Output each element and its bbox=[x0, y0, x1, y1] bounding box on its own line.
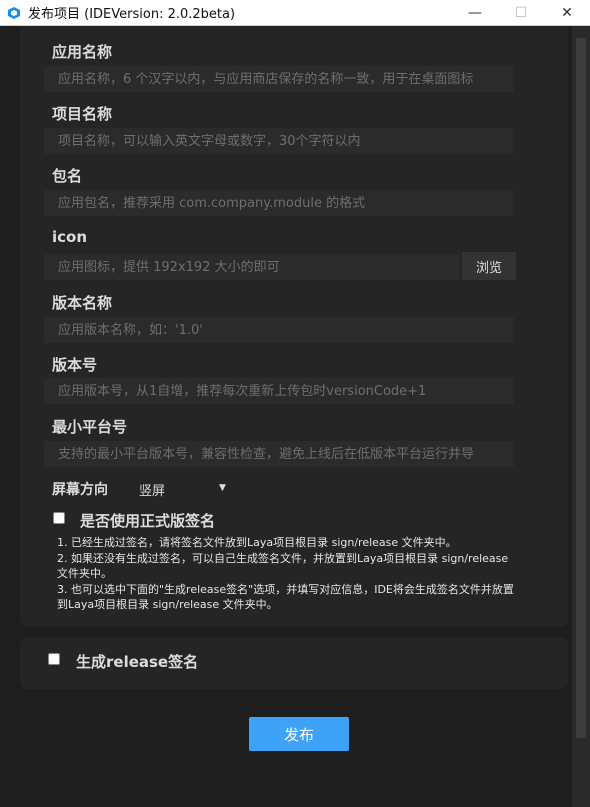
orientation-select[interactable]: 竖屏 ▼ bbox=[139, 479, 229, 499]
orientation-label: 屏幕方向 bbox=[52, 482, 108, 498]
window-title: 发布项目 (IDEVersion: 2.0.2beta) bbox=[28, 7, 236, 22]
release-sign-checkbox[interactable] bbox=[53, 512, 65, 524]
minimize-button[interactable]: — bbox=[452, 0, 498, 26]
note-line: 文件夹中。 bbox=[57, 567, 112, 580]
dropdown-arrow-icon: ▼ bbox=[219, 483, 226, 493]
generate-sign-label: 生成release签名 bbox=[76, 653, 199, 671]
form-content: 应用名称 项目名称 包名 icon 浏览 版本名称 版本号 最小平台号 屏幕方向… bbox=[0, 26, 572, 807]
version-name-input[interactable] bbox=[44, 317, 514, 343]
note-line: 2. 如果还没有生成过签名，可以自己生成签名文件，并放置到Laya项目根目录 s… bbox=[57, 551, 509, 565]
generate-sign-checkbox[interactable] bbox=[48, 653, 60, 665]
min-platform-input[interactable] bbox=[44, 441, 514, 467]
project-name-label: 项目名称 bbox=[52, 105, 113, 123]
version-name-label: 版本名称 bbox=[52, 294, 113, 312]
app-name-label: 应用名称 bbox=[52, 43, 113, 61]
version-code-input[interactable] bbox=[44, 378, 514, 404]
icon-path-input[interactable] bbox=[44, 254, 460, 280]
project-name-input[interactable] bbox=[44, 128, 514, 154]
min-platform-label: 最小平台号 bbox=[52, 418, 128, 436]
vertical-scrollbar[interactable] bbox=[572, 26, 590, 807]
maximize-button[interactable]: ☐ bbox=[498, 0, 544, 26]
app-cube-icon bbox=[6, 5, 22, 21]
close-button[interactable]: ✕ bbox=[544, 0, 590, 26]
package-name-label: 包名 bbox=[52, 167, 83, 185]
note-line: 3. 也可以选中下面的"生成release签名"选项，并填写对应信息，IDE将会… bbox=[57, 582, 514, 596]
app-name-input[interactable] bbox=[44, 66, 514, 92]
package-name-input[interactable] bbox=[44, 190, 514, 216]
publish-button[interactable]: 发布 bbox=[249, 717, 349, 751]
window-controls: — ☐ ✕ bbox=[452, 0, 590, 26]
title-bar: 发布项目 (IDEVersion: 2.0.2beta) — ☐ ✕ bbox=[0, 0, 590, 26]
release-sign-label: 是否使用正式版签名 bbox=[80, 512, 216, 530]
note-line: 1. 已经生成过签名，请将签名文件放到Laya项目根目录 sign/releas… bbox=[57, 536, 457, 549]
release-sign-notes: 1. 已经生成过签名，请将签名文件放到Laya项目根目录 sign/releas… bbox=[57, 535, 557, 613]
browse-button[interactable]: 浏览 bbox=[462, 252, 516, 280]
version-code-label: 版本号 bbox=[52, 356, 98, 374]
orientation-value: 竖屏 bbox=[139, 483, 166, 499]
icon-label: icon bbox=[52, 228, 88, 246]
scrollbar-thumb[interactable] bbox=[576, 38, 586, 738]
note-line: 到Laya项目根目录 sign/release 文件夹中。 bbox=[57, 598, 278, 611]
